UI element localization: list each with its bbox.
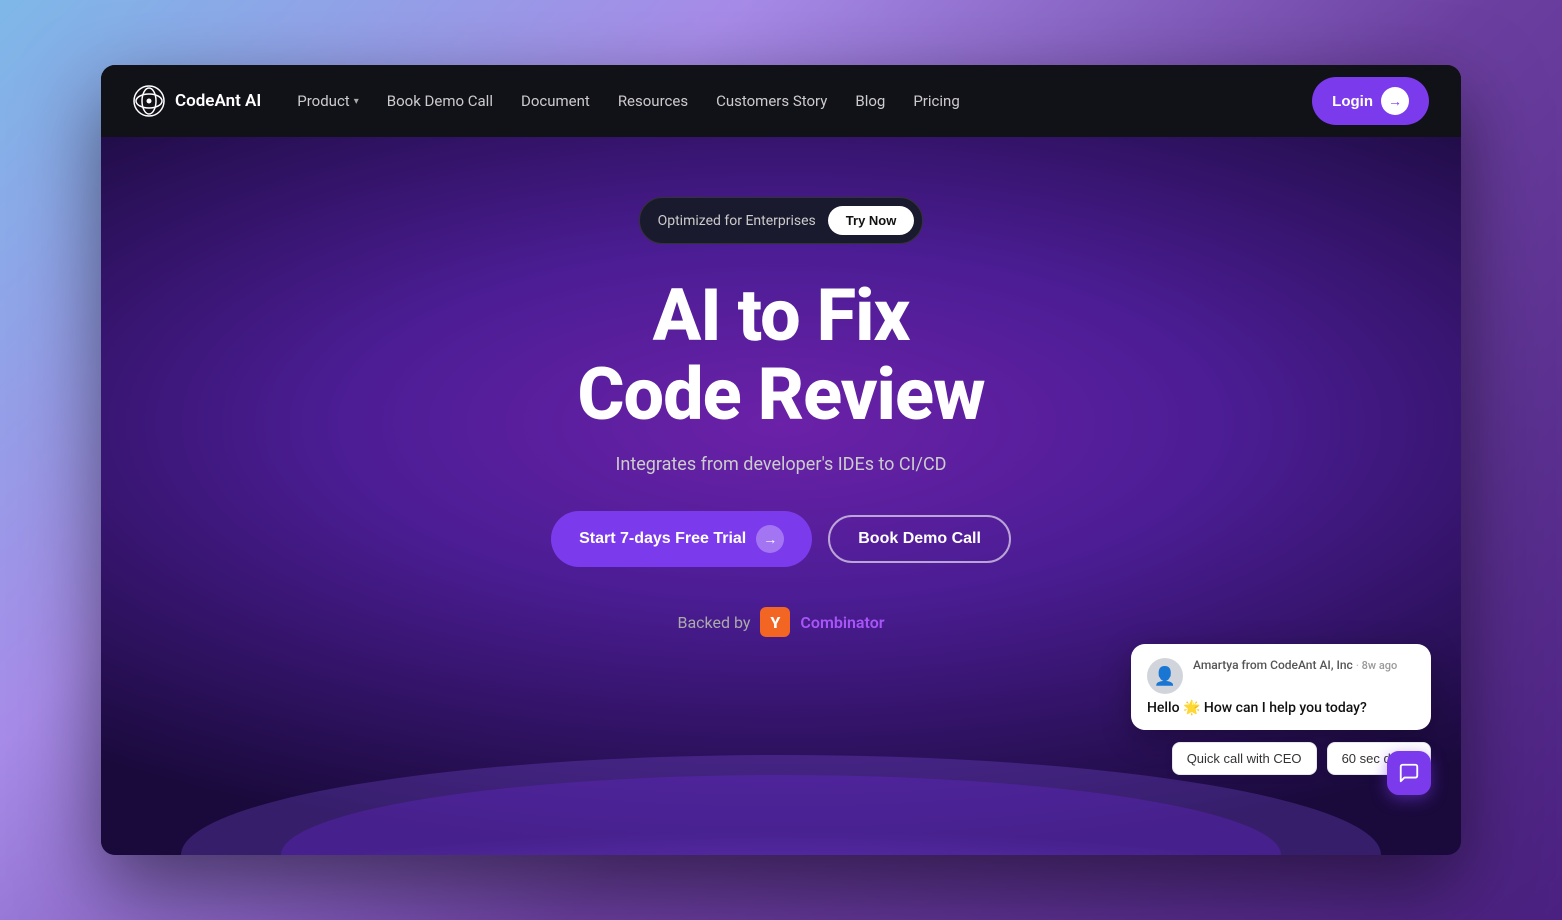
hero-section: Optimized for Enterprises Try Now AI to … (101, 137, 1461, 855)
chat-sender: Amartya from CodeAnt AI, Inc · 8w ago (1193, 658, 1415, 672)
arrow-right-icon: → (756, 525, 784, 553)
arrow-right-icon: → (1381, 87, 1409, 115)
combinator-text: Combinator (800, 613, 884, 632)
hero-cta: Start 7-days Free Trial → Book Demo Call (551, 511, 1011, 567)
yc-badge: Y (760, 607, 790, 637)
nav-customers[interactable]: Customers Story (716, 92, 827, 110)
chat-header: 👤 Amartya from CodeAnt AI, Inc · 8w ago (1147, 658, 1415, 694)
book-demo-button[interactable]: Book Demo Call (828, 515, 1011, 563)
nav-resources[interactable]: Resources (618, 92, 688, 110)
nav-demo[interactable]: Book Demo Call (387, 92, 493, 110)
chat-message: Hello 🌟 How can I help you today? (1147, 700, 1415, 716)
hero-content: Optimized for Enterprises Try Now AI to … (551, 197, 1011, 637)
try-now-button[interactable]: Try Now (828, 206, 915, 235)
nav-product[interactable]: Product ▾ (297, 92, 358, 110)
hero-subtitle: Integrates from developer's IDEs to CI/C… (616, 454, 947, 475)
logo[interactable]: CodeAnt AI (133, 85, 261, 117)
hero-title-line2: Code Review (577, 355, 984, 434)
backed-by: Backed by Y Combinator (677, 607, 884, 637)
navbar: CodeAnt AI Product ▾ Book Demo Call Docu… (101, 65, 1461, 137)
enterprise-badge-text: Optimized for Enterprises (658, 213, 816, 229)
chat-widget: 👤 Amartya from CodeAnt AI, Inc · 8w ago … (1131, 644, 1431, 775)
navbar-left: CodeAnt AI Product ▾ Book Demo Call Docu… (133, 85, 960, 117)
free-trial-button[interactable]: Start 7-days Free Trial → (551, 511, 812, 567)
chevron-down-icon: ▾ (354, 96, 359, 107)
logo-text: CodeAnt AI (175, 91, 261, 111)
browser-window: CodeAnt AI Product ▾ Book Demo Call Docu… (101, 65, 1461, 855)
chat-fab-button[interactable] (1387, 751, 1431, 795)
nav-pricing[interactable]: Pricing (913, 92, 959, 110)
login-button[interactable]: Login → (1312, 77, 1429, 125)
quick-call-button[interactable]: Quick call with CEO (1172, 742, 1317, 775)
chat-bubble: 👤 Amartya from CodeAnt AI, Inc · 8w ago … (1131, 644, 1431, 730)
logo-icon (133, 85, 165, 117)
enterprise-badge: Optimized for Enterprises Try Now (639, 197, 924, 244)
avatar: 👤 (1147, 658, 1183, 694)
hero-title-line1: AI to Fix (653, 276, 910, 355)
chat-actions: Quick call with CEO 60 sec demo (1131, 742, 1431, 775)
nav-document[interactable]: Document (521, 92, 590, 110)
nav-blog[interactable]: Blog (855, 92, 885, 110)
chat-icon (1398, 762, 1420, 784)
chat-meta: Amartya from CodeAnt AI, Inc · 8w ago (1193, 658, 1415, 672)
nav-links: Product ▾ Book Demo Call Document Resour… (297, 92, 959, 110)
